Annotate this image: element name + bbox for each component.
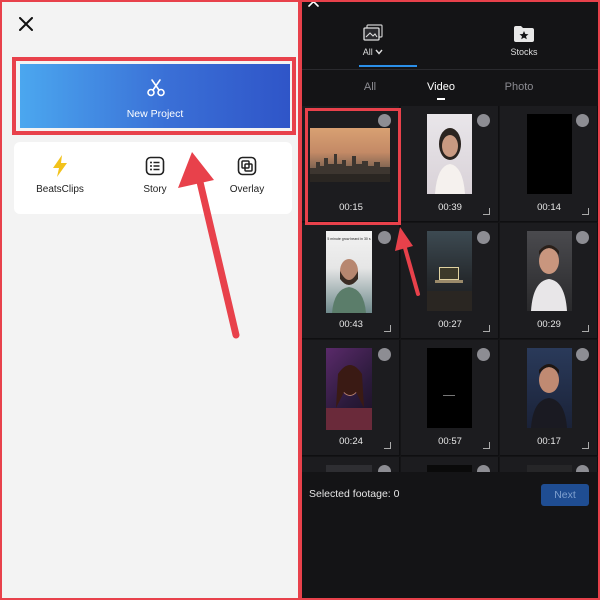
arrow-annotation	[395, 227, 420, 296]
footer-bar: Selected footage: 0 Next	[302, 472, 598, 598]
arrow-annotation	[178, 152, 240, 339]
left-screen: New Project BeatsClips Story Overlay	[2, 2, 298, 598]
next-button[interactable]: Next	[541, 484, 589, 506]
right-screen: All Stocks All Video Photo 00:15 00:39 0…	[302, 2, 598, 598]
selected-footage-count: Selected footage: 0	[309, 488, 400, 500]
